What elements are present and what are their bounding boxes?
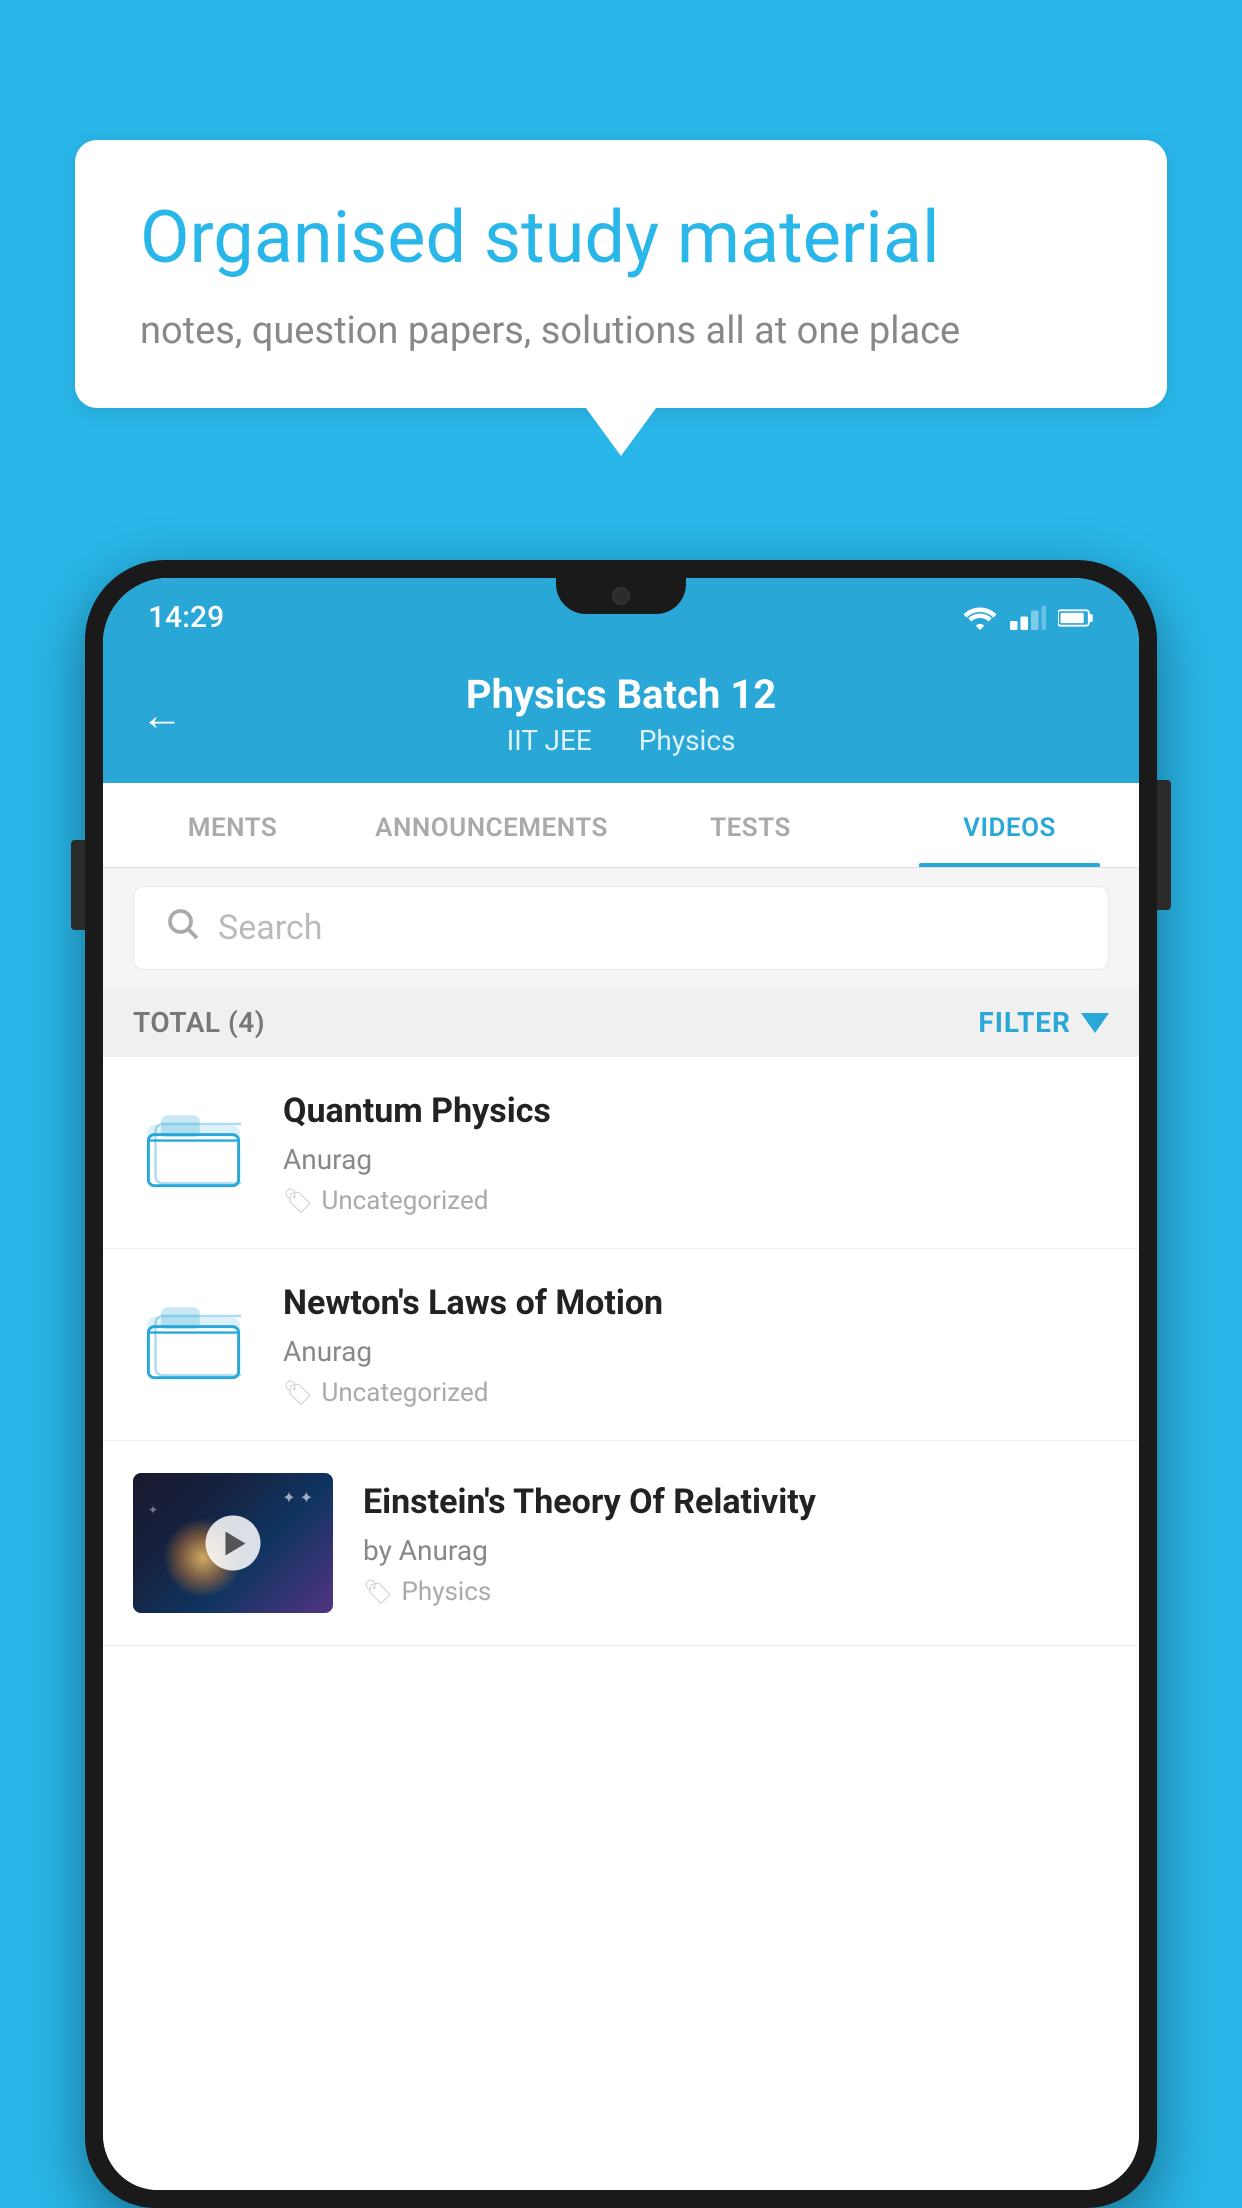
list-item[interactable]: ✦ ✦ ✦ Einstein's Theory Of Relativity by…: [103, 1441, 1139, 1646]
item-tag-1: 🏷 Uncategorized: [283, 1186, 1109, 1216]
header-subtitle-iitjee: IIT JEE: [507, 724, 592, 757]
item-info-2: Newton's Laws of Motion Anurag 🏷 Uncateg…: [283, 1281, 1109, 1408]
filter-button[interactable]: FILTER: [978, 1006, 1109, 1039]
bubble-title: Organised study material: [140, 195, 1102, 281]
item-info-3: Einstein's Theory Of Relativity by Anura…: [363, 1480, 1109, 1607]
search-placeholder: Search: [218, 908, 322, 948]
play-icon: [225, 1531, 245, 1555]
search-icon: [164, 905, 200, 951]
status-time: 14:29: [148, 600, 224, 635]
item-tag-label-1: Uncategorized: [321, 1186, 488, 1216]
header-subtitle-physics: Physics: [639, 724, 736, 757]
video-list: Quantum Physics Anurag 🏷 Uncategorized: [103, 1057, 1139, 2190]
list-item[interactable]: Newton's Laws of Motion Anurag 🏷 Uncateg…: [103, 1249, 1139, 1441]
tag-icon: 🏷: [363, 1578, 393, 1606]
item-title-1: Quantum Physics: [283, 1089, 1109, 1133]
tabs-bar: MENTS ANNOUNCEMENTS TESTS VIDEOS: [103, 783, 1139, 868]
battery-icon: [1058, 606, 1094, 630]
phone-outer: 14:29: [85, 560, 1157, 2208]
phone-notch: [556, 578, 686, 614]
status-icons: [962, 606, 1094, 630]
filter-label: FILTER: [978, 1006, 1071, 1039]
speech-bubble: Organised study material notes, question…: [75, 140, 1167, 408]
item-author-1: Anurag: [283, 1143, 1109, 1176]
camera: [612, 587, 630, 605]
play-button[interactable]: [206, 1516, 261, 1571]
folder-icon: [146, 1291, 241, 1399]
signal-icon: [1010, 606, 1046, 630]
item-tag-2: 🏷 Uncategorized: [283, 1378, 1109, 1408]
search-bar[interactable]: Search: [133, 886, 1109, 970]
item-thumbnail-3: ✦ ✦ ✦: [133, 1473, 333, 1613]
phone-screen: 14:29: [103, 578, 1139, 2190]
item-tag-label-2: Uncategorized: [321, 1378, 488, 1408]
search-container: Search: [103, 868, 1139, 988]
item-tag-3: 🏷 Physics: [363, 1577, 1109, 1607]
item-thumbnail-1: [133, 1105, 253, 1200]
item-author-3: by Anurag: [363, 1534, 1109, 1567]
tab-ments[interactable]: MENTS: [103, 783, 362, 867]
item-tag-label-3: Physics: [401, 1577, 491, 1607]
filter-row: TOTAL (4) FILTER: [103, 988, 1139, 1057]
tab-announcements[interactable]: ANNOUNCEMENTS: [362, 783, 621, 867]
tag-icon: 🏷: [283, 1187, 313, 1215]
item-title-2: Newton's Laws of Motion: [283, 1281, 1109, 1325]
header-title: Physics Batch 12: [143, 671, 1099, 719]
filter-icon: [1081, 1013, 1109, 1033]
tab-tests[interactable]: TESTS: [621, 783, 880, 867]
tag-icon: 🏷: [283, 1379, 313, 1407]
list-item[interactable]: Quantum Physics Anurag 🏷 Uncategorized: [103, 1057, 1139, 1249]
total-count: TOTAL (4): [133, 1006, 265, 1039]
item-author-2: Anurag: [283, 1335, 1109, 1368]
tab-videos[interactable]: VIDEOS: [880, 783, 1139, 867]
item-info-1: Quantum Physics Anurag 🏷 Uncategorized: [283, 1089, 1109, 1216]
wifi-icon: [962, 606, 998, 630]
header-subtitle: IIT JEE Physics: [143, 724, 1099, 757]
item-thumbnail-2: [133, 1297, 253, 1392]
item-title-3: Einstein's Theory Of Relativity: [363, 1480, 1109, 1524]
back-button[interactable]: ←: [141, 692, 183, 741]
folder-icon: [146, 1099, 241, 1207]
app-header: ← Physics Batch 12 IIT JEE Physics: [103, 649, 1139, 783]
bubble-subtitle: notes, question papers, solutions all at…: [140, 309, 1102, 353]
phone-mockup: 14:29: [85, 560, 1157, 2208]
